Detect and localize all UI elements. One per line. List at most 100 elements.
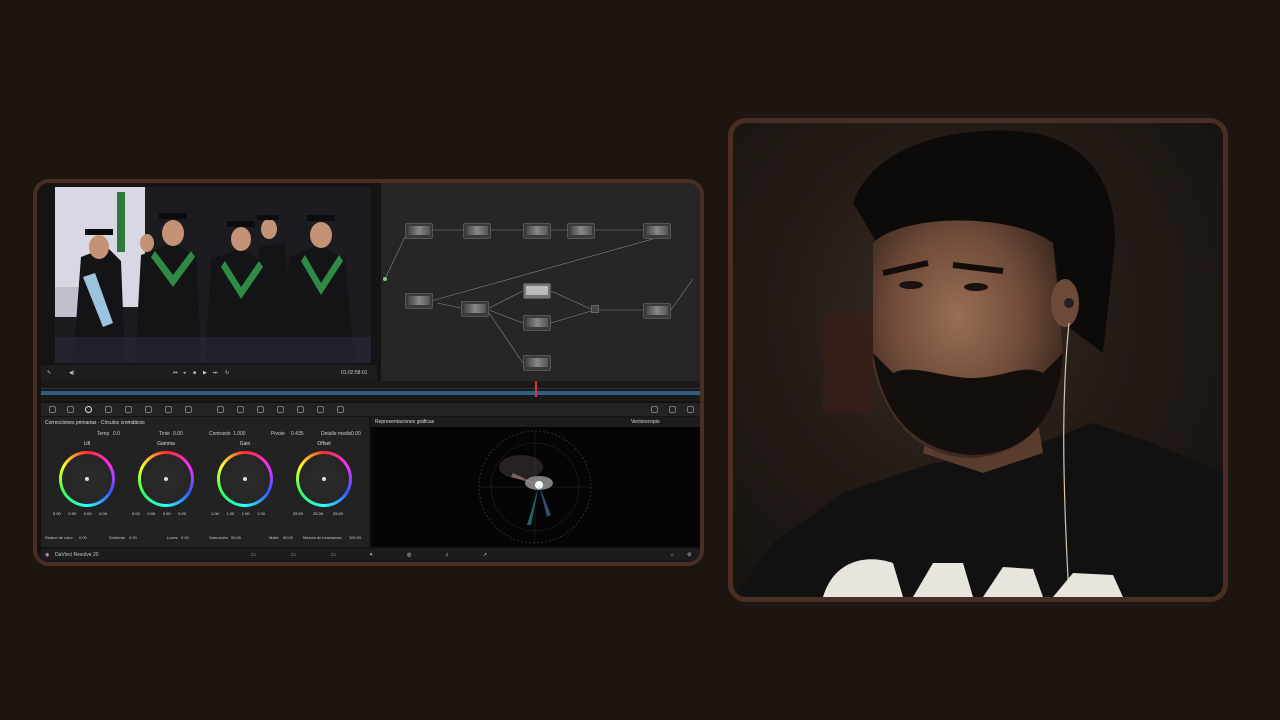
lift-wheel[interactable] xyxy=(59,451,115,507)
tool-icon-14[interactable] xyxy=(317,406,324,413)
page-fairlight-icon[interactable]: ♫ xyxy=(445,552,449,558)
param-highlights-value[interactable]: 0.00 xyxy=(181,535,189,540)
home-icon[interactable]: ⌂ xyxy=(671,552,674,558)
param-saturation-value[interactable]: 50.00 xyxy=(231,535,241,540)
viewer-timecode: 01:02:58:01 xyxy=(341,370,368,376)
wheel-gain-label: Gain xyxy=(239,441,251,447)
node-08[interactable] xyxy=(523,283,551,299)
page-media-icon[interactable]: ▭ xyxy=(251,552,256,558)
tool-icon-4[interactable] xyxy=(105,406,112,413)
node-05[interactable] xyxy=(643,223,671,239)
presenter-webcam xyxy=(733,130,1223,597)
offset-value[interactable]: 25.00 xyxy=(293,511,303,516)
playhead[interactable] xyxy=(535,381,537,397)
page-deliver-icon[interactable]: ➚ xyxy=(483,552,487,558)
param-middetail-label: Detalle medio xyxy=(321,431,352,437)
video-viewer[interactable] xyxy=(55,187,371,363)
param-temp-value[interactable]: 0.0 xyxy=(113,431,120,437)
wheels-icon[interactable] xyxy=(85,406,92,413)
mixer-node[interactable] xyxy=(591,305,599,313)
scope-mode-select[interactable]: Vectorscopio xyxy=(631,419,660,425)
tool-icon-7[interactable] xyxy=(165,406,172,413)
gamma-wheel[interactable] xyxy=(138,451,194,507)
tool-icon-13[interactable] xyxy=(297,406,304,413)
tool-icon-16[interactable] xyxy=(651,406,658,413)
gamma-value[interactable]: 0.00 xyxy=(178,511,186,516)
node-09[interactable] xyxy=(523,315,551,331)
tool-icon-17[interactable] xyxy=(669,406,676,413)
param-saturation-label: Saturación xyxy=(209,535,229,540)
page-color-icon[interactable]: ◎ xyxy=(407,552,411,558)
node-04[interactable] xyxy=(567,223,595,239)
node-10[interactable] xyxy=(523,355,551,371)
wheel-offset-label: Offset xyxy=(317,441,331,447)
lift-value[interactable]: 0.00 xyxy=(99,511,107,516)
gain-value[interactable]: 1.00 xyxy=(257,511,265,516)
step-back-icon[interactable]: ◂ xyxy=(183,370,186,376)
param-contrast-value[interactable]: 1.000 xyxy=(233,431,246,437)
tool-icon-5[interactable] xyxy=(125,406,132,413)
transport-bar: ✎ ◀) ⏮ ◂ ■ ▶ ⏭ ↻ 01:02:58:01 xyxy=(41,365,377,381)
node-01[interactable] xyxy=(405,223,433,239)
page-edit-icon[interactable]: ▭ xyxy=(331,552,336,558)
graduation-photo xyxy=(55,187,371,363)
node-07[interactable] xyxy=(461,301,489,317)
gain-value[interactable]: 1.00 xyxy=(226,511,234,516)
pen-icon[interactable]: ✎ xyxy=(47,370,51,376)
offset-wheel[interactable] xyxy=(296,451,352,507)
node-02[interactable] xyxy=(463,223,491,239)
settings-icon[interactable]: ⚙ xyxy=(687,552,691,558)
gamma-value[interactable]: 0.00 xyxy=(163,511,171,516)
param-tint-value[interactable]: 0.00 xyxy=(173,431,183,437)
lift-value[interactable]: 0.00 xyxy=(68,511,76,516)
gamma-values: 0.00 0.00 0.00 0.00 xyxy=(132,511,186,516)
gain-wheel[interactable] xyxy=(217,451,273,507)
play-icon[interactable]: ▶ xyxy=(203,370,207,376)
skip-back-icon[interactable]: ⏮ xyxy=(173,370,178,376)
page-fusion-icon[interactable]: ✦ xyxy=(369,552,373,558)
node-connections xyxy=(383,229,694,364)
loop-icon[interactable]: ↻ xyxy=(225,370,229,376)
tool-icon-2[interactable] xyxy=(67,406,74,413)
gamma-value[interactable]: 0.00 xyxy=(132,511,140,516)
node-editor[interactable] xyxy=(381,183,700,381)
tool-icon-18[interactable] xyxy=(687,406,694,413)
skip-forward-icon[interactable]: ⏭ xyxy=(213,370,218,376)
param-shadows-value[interactable]: 0.00 xyxy=(129,535,137,540)
node-03[interactable] xyxy=(523,223,551,239)
tool-icon-15[interactable] xyxy=(337,406,344,413)
param-temp-label: Temp xyxy=(97,431,110,437)
mini-timeline[interactable] xyxy=(41,381,700,401)
param-hue-value[interactable]: 50.00 xyxy=(283,535,293,540)
param-lummix-value[interactable]: 100.00 xyxy=(349,535,361,540)
tool-icon-10[interactable] xyxy=(237,406,244,413)
stop-icon[interactable]: ■ xyxy=(193,370,196,376)
audio-icon[interactable]: ◀) xyxy=(69,370,75,376)
node-11[interactable] xyxy=(643,303,671,319)
lift-value[interactable]: 0.00 xyxy=(84,511,92,516)
tool-icon-1[interactable] xyxy=(49,406,56,413)
scopes-title: Representaciones gráficas xyxy=(375,419,435,425)
resolve-screen: ✎ ◀) ⏮ ◂ ■ ▶ ⏭ ↻ 01:02:58:01 Correccione… xyxy=(33,179,704,566)
offset-value[interactable]: 25.00 xyxy=(333,511,343,516)
gain-value[interactable]: 1.00 xyxy=(242,511,250,516)
tool-icon-6[interactable] xyxy=(145,406,152,413)
color-toolbar xyxy=(41,402,700,416)
param-middetail-value[interactable]: 0.00 xyxy=(351,431,361,437)
gain-values: 1.00 1.00 1.00 1.00 xyxy=(211,511,265,516)
tool-icon-9[interactable] xyxy=(217,406,224,413)
param-colorboost-value[interactable]: 0.00 xyxy=(79,535,87,540)
gain-value[interactable]: 1.00 xyxy=(211,511,219,516)
page-cut-icon[interactable]: ▭ xyxy=(291,552,296,558)
timeline-track xyxy=(41,391,700,395)
node-06[interactable] xyxy=(405,293,433,309)
tool-icon-8[interactable] xyxy=(185,406,192,413)
param-pivot-value[interactable]: 0.435 xyxy=(291,431,304,437)
offset-value[interactable]: 25.00 xyxy=(313,511,323,516)
tool-icon-12[interactable] xyxy=(277,406,284,413)
lift-value[interactable]: 0.00 xyxy=(53,511,61,516)
gamma-value[interactable]: 0.00 xyxy=(147,511,155,516)
param-highlights-label: Luces xyxy=(167,535,178,540)
offset-values: 25.00 25.00 25.00 xyxy=(293,511,343,516)
tool-icon-11[interactable] xyxy=(257,406,264,413)
